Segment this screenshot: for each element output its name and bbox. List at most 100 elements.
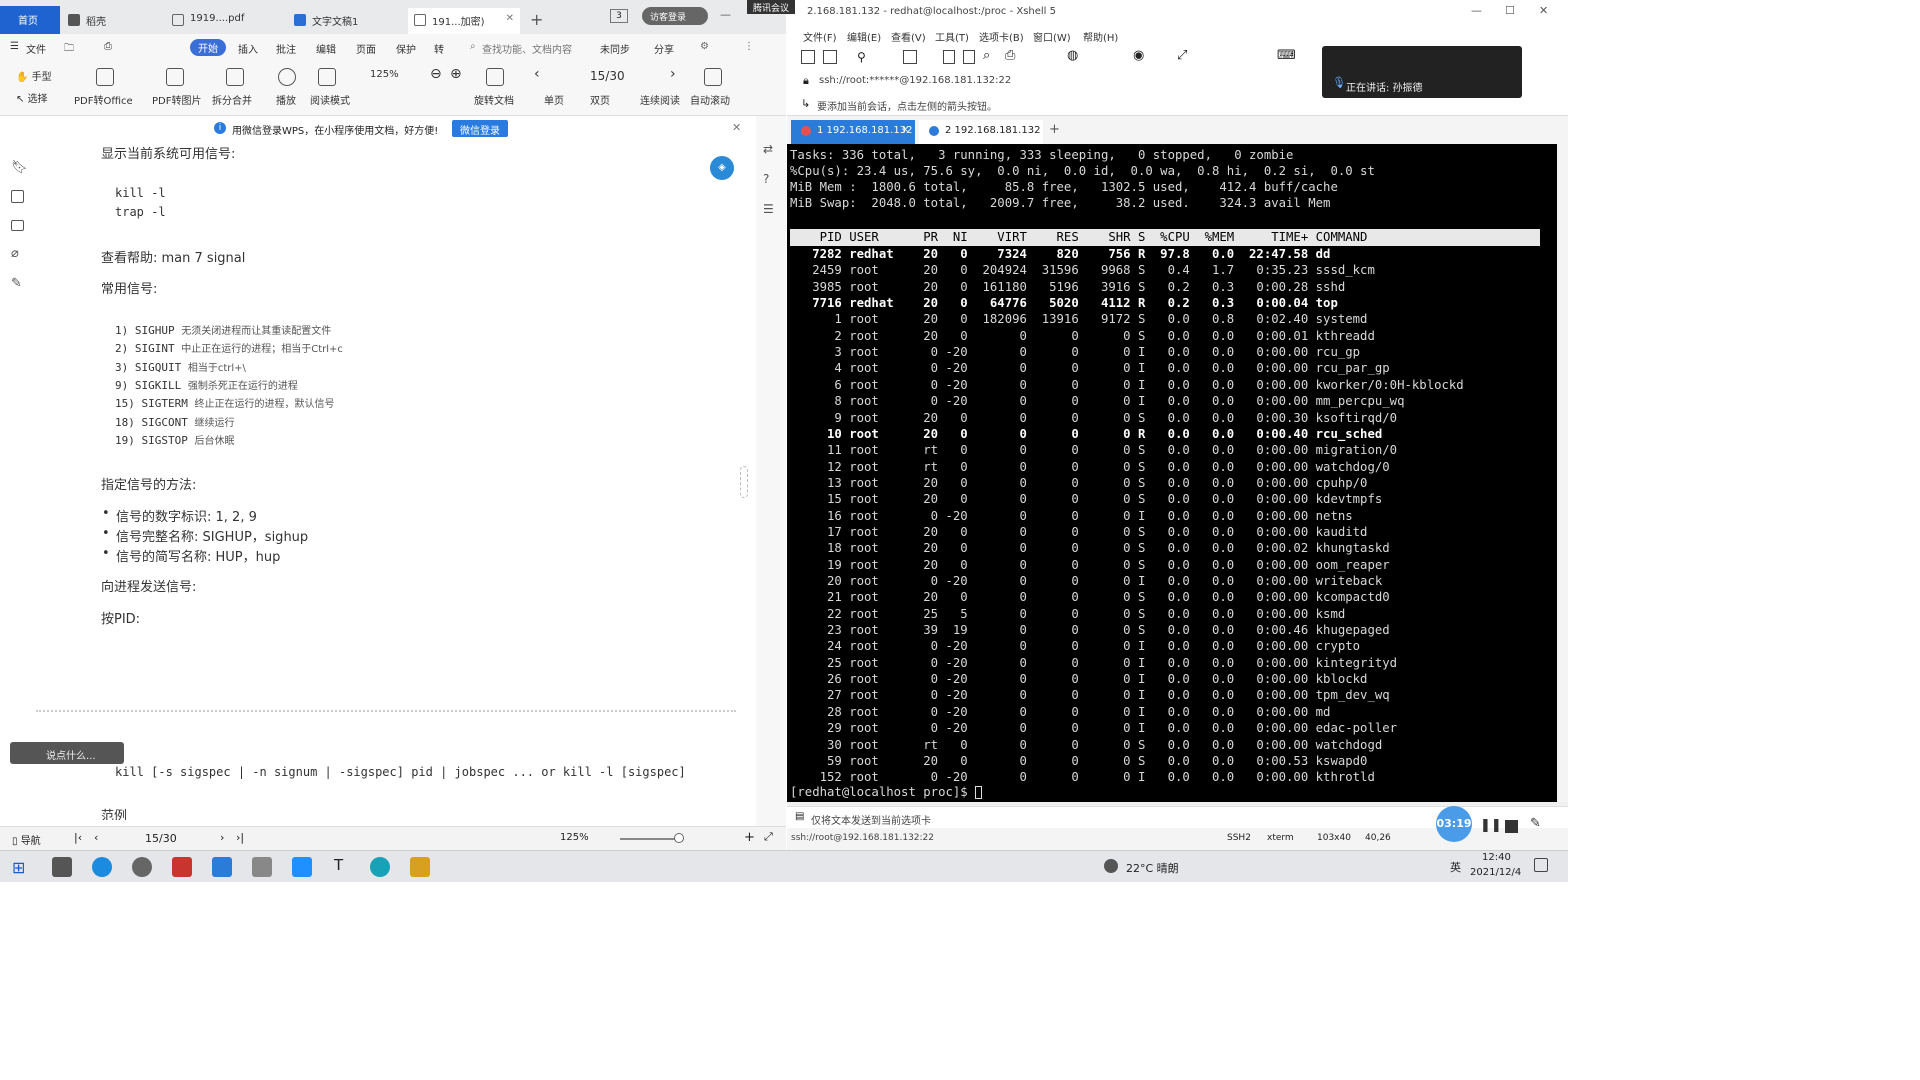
thumbnail-icon[interactable] xyxy=(11,190,24,203)
address-input[interactable]: ssh://root:******@192.168.181.132:22 xyxy=(819,75,1011,86)
menu-insert[interactable]: 插入 xyxy=(238,41,258,56)
session-tab-2[interactable]: 2 192.168.181.132 xyxy=(919,120,1043,144)
last-page-icon[interactable]: ›| xyxy=(236,831,244,844)
properties-icon[interactable] xyxy=(903,50,917,64)
menu-edit[interactable]: 编辑(E) xyxy=(847,29,881,44)
menu-page[interactable]: 页面 xyxy=(356,41,376,56)
explorer-icon[interactable] xyxy=(410,857,430,877)
tab-pdf[interactable]: 1919....pdf xyxy=(166,8,284,34)
pdf-to-image-button[interactable]: PDF转图片 xyxy=(152,92,201,107)
print-icon[interactable]: ⎙ xyxy=(104,41,112,52)
menu-protect[interactable]: 保护 xyxy=(396,41,416,56)
zoom-out-icon[interactable]: ⊖ xyxy=(430,66,442,82)
translate-icon[interactable]: ⇄ xyxy=(763,142,773,156)
read-mode-button[interactable]: 阅读模式 xyxy=(310,92,350,107)
bookmark-icon[interactable]: 🔖︎ xyxy=(11,160,28,175)
ime-indicator[interactable]: 英 xyxy=(1450,859,1461,875)
open-icon[interactable] xyxy=(823,50,837,64)
stop-icon[interactable] xyxy=(1505,820,1518,833)
auto-scroll-button[interactable]: 自动滚动 xyxy=(690,92,730,107)
select-tool[interactable]: ↖ 选择 xyxy=(16,90,48,105)
search-input[interactable]: 查找功能、文档内容 xyxy=(482,41,572,56)
menu-convert[interactable]: 转 xyxy=(434,41,444,56)
weather-text[interactable]: 22°C 晴朗 xyxy=(1126,860,1179,876)
menu-annotate[interactable]: 批注 xyxy=(276,41,296,56)
chrome-icon[interactable] xyxy=(132,857,152,877)
settings-icon[interactable]: ⚙ xyxy=(700,41,709,52)
more-icon[interactable]: ⋮ xyxy=(744,41,754,52)
help-icon[interactable]: ? xyxy=(763,172,769,186)
keyboard-icon[interactable]: ⌨ xyxy=(1277,48,1296,63)
adjust-icon[interactable]: ☰ xyxy=(763,202,774,216)
assistant-icon[interactable]: ◈ xyxy=(710,156,734,180)
zoom-plus-icon[interactable]: + xyxy=(744,830,755,845)
close-tab-icon[interactable]: × xyxy=(901,125,909,135)
typora-icon[interactable]: T xyxy=(334,856,343,874)
split-merge-button[interactable]: 拆分合并 xyxy=(212,92,252,107)
close-icon[interactable]: ✕ xyxy=(1539,4,1548,17)
comment-icon[interactable] xyxy=(11,220,24,231)
new-tab-icon[interactable]: + xyxy=(1049,122,1060,137)
paste-icon[interactable] xyxy=(963,50,975,64)
minimize-icon[interactable]: — xyxy=(720,8,731,21)
menu-edit[interactable]: 编辑 xyxy=(316,41,336,56)
menu-icon[interactable]: ☰ xyxy=(10,41,19,52)
notification-icon[interactable] xyxy=(1534,858,1548,872)
wechat-login-button[interactable]: 微信登录 xyxy=(452,120,508,137)
scrollbar-thumb[interactable] xyxy=(740,466,748,498)
wps-icon[interactable] xyxy=(172,857,192,877)
continuous-button[interactable]: 连续阅读 xyxy=(640,92,680,107)
close-tab-icon[interactable]: ✕ xyxy=(506,13,514,24)
new-session-icon[interactable] xyxy=(801,50,815,64)
sync-status[interactable]: 未同步 xyxy=(600,41,630,56)
status-zoom[interactable]: 125% xyxy=(560,832,589,843)
menu-tools[interactable]: 工具(T) xyxy=(935,29,969,44)
copy-icon[interactable] xyxy=(943,50,955,64)
app-icon[interactable] xyxy=(52,857,72,877)
clock-date[interactable]: 2021/12/4 xyxy=(1470,867,1521,878)
pen-icon[interactable]: ✎ xyxy=(1530,816,1541,831)
next-page-icon[interactable]: › xyxy=(670,66,676,82)
xshell-icon[interactable] xyxy=(212,857,232,877)
prev-page-icon[interactable]: ‹ xyxy=(94,831,98,844)
double-page-button[interactable]: 双页 xyxy=(590,92,610,107)
comment-bubble[interactable]: 说点什么... xyxy=(10,742,124,764)
app-icon[interactable] xyxy=(252,857,272,877)
attachment-icon[interactable]: ⌀ xyxy=(11,246,19,261)
compose-icon[interactable]: ▤ xyxy=(795,811,804,822)
menu-file[interactable]: 文件 xyxy=(26,41,46,56)
add-session-arrow-icon[interactable]: ↳ xyxy=(801,97,810,110)
tab-encrypted-pdf[interactable]: 191...加密) ✕ xyxy=(408,8,520,34)
share-button[interactable]: 分享 xyxy=(654,41,674,56)
prev-page-icon[interactable]: ‹ xyxy=(534,66,540,82)
windows-start-icon[interactable]: ⊞ xyxy=(12,858,25,877)
status-page[interactable]: 15/30 xyxy=(145,832,177,845)
menu-start[interactable]: 开始 xyxy=(190,39,226,56)
fullscreen-icon[interactable]: ⤢ xyxy=(764,830,773,844)
edge-icon[interactable] xyxy=(92,857,112,877)
first-page-icon[interactable]: |‹ xyxy=(74,831,82,844)
pdf-to-office-button[interactable]: PDF转Office xyxy=(74,92,133,107)
find-icon[interactable]: ⌕ xyxy=(983,48,990,63)
new-tab-icon[interactable]: + xyxy=(530,10,543,29)
zoom-slider-handle[interactable] xyxy=(674,833,684,843)
play-button[interactable]: 播放 xyxy=(276,92,296,107)
tab-home[interactable]: 首页 xyxy=(0,6,60,34)
app-icon[interactable] xyxy=(370,857,390,877)
tab-docer[interactable]: 稻壳 xyxy=(62,8,162,34)
page-badge[interactable]: 3 xyxy=(610,9,628,23)
zoom-select[interactable]: 125% xyxy=(370,69,399,80)
open-folder-icon[interactable]: 🗀 xyxy=(64,41,74,58)
terminal-scrollbar[interactable] xyxy=(1557,144,1568,802)
connect-icon[interactable]: ⚲ xyxy=(857,50,866,64)
zoom-in-icon[interactable]: ⊕ xyxy=(450,66,462,82)
print-icon[interactable]: ⎙ xyxy=(1005,48,1015,63)
xftp-icon[interactable]: ◉ xyxy=(1133,48,1144,63)
menu-window[interactable]: 窗口(W) xyxy=(1033,29,1071,44)
close-notice-icon[interactable]: ✕ xyxy=(732,121,741,134)
fullscreen-icon[interactable]: ⤢ xyxy=(1177,48,1187,63)
nav-button[interactable]: ▯ 导航 xyxy=(12,832,41,847)
clock-time[interactable]: 12:40 xyxy=(1482,852,1511,863)
session-tab-1[interactable]: 1 192.168.181.132 × xyxy=(791,120,915,144)
single-page-button[interactable]: 单页 xyxy=(544,92,564,107)
